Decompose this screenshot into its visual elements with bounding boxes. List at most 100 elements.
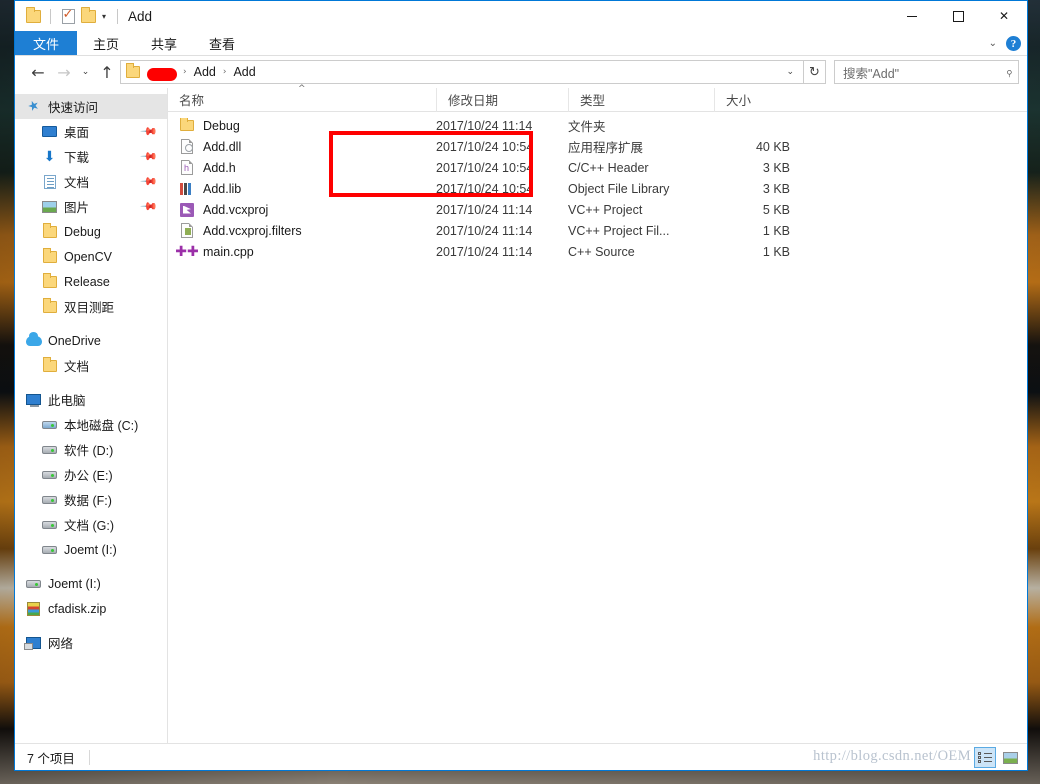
sidebar-item-network[interactable]: 网络 [15, 630, 167, 655]
table-row[interactable]: Add.dll 2017/10/24 10:54 应用程序扩展 40 KB [168, 136, 1027, 157]
search-input[interactable]: 搜索"Add" [843, 63, 1006, 82]
sidebar-item-this-pc[interactable]: 此电脑 [15, 387, 167, 412]
onedrive-cloud-icon [25, 331, 42, 349]
sidebar-label: 办公 (E:) [64, 469, 113, 483]
file-name-cell[interactable]: ✚✚ main.cpp [168, 244, 436, 260]
sidebar-label: Joemt (I:) [64, 542, 117, 557]
file-size: 40 KB [755, 139, 790, 154]
new-folder-icon[interactable] [78, 6, 98, 26]
sidebar-label: 下载 [64, 151, 90, 165]
address-dropdown-icon[interactable]: ⌄ [779, 67, 801, 77]
breadcrumb-add-1[interactable]: Add [192, 65, 218, 79]
sidebar-item-drive-f[interactable]: 数据 (F:) [15, 487, 167, 512]
pin-icon[interactable]: 📌 [140, 172, 159, 191]
sidebar-item-drive-c[interactable]: 本地磁盘 (C:) [15, 412, 167, 437]
details-view-button[interactable] [974, 747, 996, 768]
sidebar-item-debug[interactable]: Debug [15, 219, 167, 244]
file-name: Add.h [203, 160, 236, 175]
file-type: 文件夹 [568, 120, 606, 134]
large-icons-view-button[interactable] [999, 747, 1021, 768]
file-name-cell[interactable]: Add.lib [168, 181, 436, 197]
sidebar-label: Release [64, 274, 110, 289]
maximize-button[interactable] [935, 1, 981, 31]
sidebar-item-downloads[interactable]: ⬇ 下载 📌 [15, 144, 167, 169]
sidebar-item-onedrive-documents[interactable]: 文档 [15, 353, 167, 378]
forward-button[interactable]: → [51, 59, 77, 85]
pin-icon[interactable]: 📌 [140, 122, 159, 141]
column-header-size[interactable]: 大小 [714, 87, 802, 112]
folder-icon[interactable] [23, 6, 43, 26]
column-header-type[interactable]: 类型 [568, 87, 714, 112]
explorer-body: ★ 快速访问 桌面 📌 ⬇ 下载 📌 文档 📌 图片 📌 Debug OpenC… [15, 84, 1027, 743]
pin-icon[interactable]: 📌 [140, 197, 159, 216]
filters-icon [179, 223, 195, 239]
folder-icon [41, 272, 58, 290]
sidebar-item-drive-g[interactable]: 文档 (G:) [15, 512, 167, 537]
sidebar-item-opencv[interactable]: OpenCV [15, 244, 167, 269]
sidebar-label: 软件 (D:) [64, 444, 114, 458]
zip-icon [25, 601, 42, 617]
tab-file[interactable]: 文件 [15, 31, 78, 55]
back-button[interactable]: ← [25, 59, 51, 85]
tab-home[interactable]: 主页 [77, 31, 135, 55]
chevron-down-icon[interactable]: ▾ [98, 12, 110, 21]
sidebar-label: OpenCV [64, 249, 112, 264]
refresh-button[interactable]: ↻ [804, 60, 826, 84]
sidebar-item-joemt-root[interactable]: Joemt (I:) [15, 571, 167, 596]
file-name-cell[interactable]: Debug [168, 117, 436, 134]
sidebar-item-documents[interactable]: 文档 📌 [15, 169, 167, 194]
up-button[interactable]: ↑ [94, 59, 120, 85]
table-row[interactable]: Add.h 2017/10/24 10:54 C/C++ Header 3 KB [168, 157, 1027, 178]
sidebar-item-drive-d[interactable]: 软件 (D:) [15, 437, 167, 462]
title-bar: ▾ Add ✕ [15, 1, 1027, 31]
navigation-pane[interactable]: ★ 快速访问 桌面 📌 ⬇ 下载 📌 文档 📌 图片 📌 Debug OpenC… [15, 88, 168, 743]
sidebar-item-release[interactable]: Release [15, 269, 167, 294]
file-name-cell[interactable]: Add.dll [168, 139, 436, 155]
sidebar-item-pictures[interactable]: 图片 📌 [15, 194, 167, 219]
table-row[interactable]: Add.lib 2017/10/24 10:54 Object File Lib… [168, 178, 1027, 199]
breadcrumb-add-2[interactable]: Add [231, 65, 257, 79]
table-row[interactable]: Add.vcxproj.filters 2017/10/24 11:14 VC+… [168, 220, 1027, 241]
sidebar-item-drive-e[interactable]: 办公 (E:) [15, 462, 167, 487]
sidebar-label: Joemt (I:) [48, 576, 101, 591]
help-icon[interactable]: ? [1006, 36, 1021, 51]
sidebar-gap-4 [15, 621, 167, 630]
file-name: Add.dll [203, 139, 242, 154]
close-button[interactable]: ✕ [981, 1, 1027, 31]
file-size: 1 KB [762, 244, 790, 259]
table-row[interactable]: ✚✚ main.cpp 2017/10/24 11:14 C++ Source … [168, 241, 1027, 262]
table-row[interactable]: Debug 2017/10/24 11:14 文件夹 [168, 115, 1027, 136]
pin-icon[interactable]: 📌 [140, 147, 159, 166]
recent-locations-icon[interactable]: ⌄ [77, 59, 94, 85]
column-header-date[interactable]: 修改日期 [436, 87, 568, 112]
table-row[interactable]: Add.vcxproj 2017/10/24 11:14 VC++ Projec… [168, 199, 1027, 220]
file-date: 2017/10/24 11:14 [436, 244, 533, 259]
column-header-name[interactable]: 名称 ^ [168, 84, 436, 112]
tab-share[interactable]: 共享 [135, 31, 193, 55]
file-type: Object File Library [568, 181, 670, 196]
sidebar-item-drive-i[interactable]: Joemt (I:) [15, 537, 167, 562]
tab-view[interactable]: 查看 [193, 31, 251, 55]
breadcrumb-redacted[interactable] [147, 67, 177, 81]
sidebar-item-onedrive[interactable]: OneDrive [15, 328, 167, 353]
sidebar-item-quick-access[interactable]: ★ 快速访问 [15, 94, 167, 119]
sidebar-item-desktop[interactable]: 桌面 📌 [15, 119, 167, 144]
sidebar-item-cfadisk-zip[interactable]: cfadisk.zip [15, 596, 167, 621]
expand-ribbon-icon[interactable]: ⌄ [989, 38, 997, 49]
sidebar-label: 文档 [64, 176, 90, 190]
file-name-cell[interactable]: Add.h [168, 160, 436, 176]
file-name-cell[interactable]: Add.vcxproj [168, 202, 436, 218]
minimize-button[interactable] [889, 1, 935, 31]
status-divider [88, 749, 90, 765]
downloads-icon: ⬇ [43, 148, 56, 165]
sidebar-item-binocular-ranging[interactable]: 双目测距 [15, 294, 167, 319]
file-name-cell[interactable]: Add.vcxproj.filters [168, 223, 436, 239]
window-title: Add [128, 8, 153, 24]
address-bar[interactable]: › Add › Add ⌄ [120, 60, 804, 84]
sidebar-label: 此电脑 [48, 394, 86, 408]
search-box[interactable]: 搜索"Add" ⌕ [834, 60, 1019, 84]
sidebar-gap-3 [15, 562, 167, 571]
address-folder-icon [126, 63, 140, 78]
file-list-pane[interactable]: 名称 ^ 修改日期 类型 大小 Debug 2017/10/24 11:14 文… [168, 84, 1027, 743]
properties-icon[interactable] [58, 6, 78, 26]
